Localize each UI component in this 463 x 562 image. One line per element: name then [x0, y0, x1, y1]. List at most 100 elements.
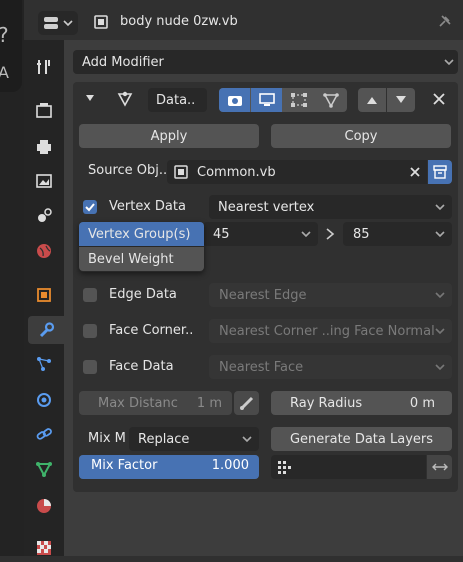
menu-item-vertex-groups[interactable]: Vertex Group(s)	[79, 222, 204, 246]
face-mapping-dropdown[interactable]: Nearest Face	[209, 355, 452, 379]
arrow-right-icon	[325, 228, 335, 240]
close-icon[interactable]	[432, 92, 446, 106]
svg-text:A: A	[0, 63, 9, 82]
editor-type-button[interactable]	[38, 11, 78, 35]
generate-data-layers-label: Generate Data Layers	[289, 431, 434, 447]
modifier-name: Data..	[156, 92, 196, 108]
face-corner-mapping-dropdown[interactable]: Nearest Corner ..ing Face Normal	[209, 319, 452, 343]
pin-icon[interactable]	[436, 14, 452, 30]
chevron-down-icon	[435, 292, 445, 299]
chevron-down-icon	[301, 231, 311, 238]
properties-editor-icon	[44, 17, 58, 29]
object-properties-icon	[37, 288, 51, 302]
ray-radius-value: 0 m	[409, 395, 435, 411]
object-transform-toggle[interactable]	[428, 160, 452, 184]
vertex-mapping-dropdown[interactable]: Nearest vertex	[209, 195, 452, 219]
menu-item-label: Vertex Group(s)	[88, 226, 191, 242]
modifier-name-field[interactable]: Data..	[148, 88, 207, 112]
add-modifier-label: Add Modifier	[82, 54, 164, 70]
max-distance-value: 1 m	[196, 395, 222, 411]
max-distance-label: Max Distanc	[98, 395, 178, 411]
source-layer-dropdown[interactable]: 45	[203, 222, 318, 246]
edge-mapping-dropdown[interactable]: Nearest Edge	[209, 283, 452, 307]
mix-factor-value: 1.000	[211, 458, 249, 473]
edit-cage-toggle[interactable]	[283, 88, 314, 112]
object-name: body nude 0zw.vb	[120, 14, 238, 29]
tab-material[interactable]	[28, 492, 60, 520]
collapse-arrow-icon[interactable]	[84, 92, 96, 104]
source-object-label: Source Obj..	[88, 163, 168, 178]
move-down-button[interactable]	[387, 88, 415, 112]
vertex-select-icon	[290, 93, 307, 107]
destination-layer-value: 85	[353, 226, 370, 242]
source-object-field[interactable]: Common.vb	[167, 160, 427, 184]
monitor-icon	[258, 93, 275, 106]
tool-icon	[37, 60, 50, 74]
face-data-checkbox[interactable]	[83, 360, 97, 374]
copy-button[interactable]: Copy	[271, 124, 451, 148]
mix-factor-slider[interactable]: Mix Factor 1.000	[79, 455, 259, 479]
image-icon	[36, 174, 52, 188]
chevron-down-icon	[435, 328, 445, 335]
edit-mode-toggle[interactable]	[219, 88, 250, 112]
apply-label: Apply	[150, 128, 188, 144]
tab-render[interactable]	[28, 96, 60, 124]
destination-layer-dropdown[interactable]: 85	[343, 222, 452, 246]
mesh-data-icon	[36, 462, 52, 478]
chevron-down-icon	[435, 364, 445, 371]
clear-icon[interactable]	[409, 166, 421, 178]
chevron-down-icon	[444, 59, 454, 66]
tab-modifiers[interactable]	[28, 316, 64, 344]
viewport-toggle[interactable]	[251, 88, 282, 112]
max-distance-field[interactable]: Max Distanc 1 m	[79, 391, 232, 415]
generate-data-layers-button[interactable]: Generate Data Layers	[271, 427, 452, 451]
apply-button[interactable]: Apply	[79, 124, 259, 148]
wrench-icon	[39, 322, 55, 338]
world-icon	[37, 244, 51, 258]
edge-data-checkbox[interactable]	[83, 288, 97, 302]
move-up-button[interactable]	[358, 88, 386, 112]
mesh-triangle-icon	[323, 93, 339, 108]
navigation-gizmo-icon: ? A	[0, 23, 9, 82]
tab-output[interactable]	[28, 133, 60, 161]
material-icon	[37, 499, 51, 513]
vertex-group-field[interactable]	[271, 455, 426, 479]
on-cage-toggle[interactable]	[315, 88, 347, 112]
properties-header	[24, 0, 463, 40]
copy-label: Copy	[344, 128, 378, 144]
ray-radius-field[interactable]: Ray Radius 0 m	[271, 391, 452, 415]
vertex-data-checkbox[interactable]	[83, 200, 97, 214]
tab-view-layer[interactable]	[28, 167, 60, 195]
viewport-gizmo-area: ? A	[0, 0, 22, 92]
edge-mapping-value: Nearest Edge	[219, 287, 307, 303]
vertex-data-types-menu: Vertex Group(s) Bevel Weight	[79, 222, 204, 272]
tab-particles[interactable]	[28, 350, 60, 378]
chevron-down-icon	[63, 20, 73, 27]
face-corner-data-checkbox[interactable]	[83, 324, 97, 338]
tab-world[interactable]	[28, 237, 60, 265]
add-modifier-dropdown[interactable]: Add Modifier	[73, 50, 458, 74]
tab-tool[interactable]	[28, 53, 60, 81]
physics-icon	[37, 393, 51, 407]
tab-object[interactable]	[28, 281, 60, 309]
invert-vertex-group-toggle[interactable]	[427, 455, 452, 479]
menu-item-bevel-weight[interactable]: Bevel Weight	[79, 247, 204, 271]
tab-texture[interactable]	[28, 534, 60, 562]
particles-icon	[37, 357, 51, 371]
triangle-up-icon	[367, 97, 377, 104]
tab-scene[interactable]	[28, 201, 60, 229]
mix-mode-dropdown[interactable]: Replace	[129, 427, 259, 451]
face-corner-data-label: Face Corner..	[109, 323, 194, 338]
constraint-icon	[36, 428, 52, 440]
mix-mode-value: Replace	[138, 431, 190, 447]
menu-item-label: Bevel Weight	[88, 251, 174, 267]
chevron-down-icon	[242, 436, 252, 443]
tab-constraints[interactable]	[28, 420, 60, 448]
data-transfer-icon	[116, 90, 134, 108]
camera-icon	[227, 96, 242, 106]
tab-physics[interactable]	[28, 386, 60, 414]
source-object-value: Common.vb	[197, 164, 276, 180]
tab-data[interactable]	[28, 455, 60, 483]
scene-icon	[38, 208, 52, 222]
use-max-distance-toggle[interactable]	[234, 391, 259, 415]
